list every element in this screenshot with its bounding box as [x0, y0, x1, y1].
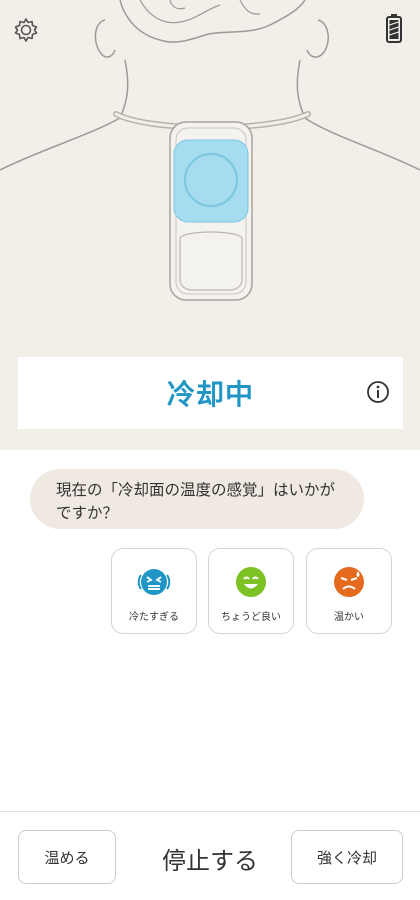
info-button[interactable] [365, 379, 391, 405]
too-cold-button[interactable]: 冷たすぎる [111, 548, 197, 634]
battery-icon [386, 14, 402, 43]
battery-indicator [378, 12, 410, 44]
happy-face-icon [236, 567, 266, 597]
warm-feeling-button[interactable]: 温かい [306, 548, 392, 634]
just-right-label: ちょうど良い [221, 612, 281, 623]
info-icon [367, 381, 389, 403]
too-cold-face-icon [137, 569, 171, 595]
device-illustration-area: 冷却中 [0, 0, 420, 450]
bottom-divider [0, 811, 420, 812]
status-label: 冷却中 [166, 378, 254, 411]
just-right-button[interactable]: ちょうど良い [208, 548, 294, 634]
strong-cool-button[interactable]: 強く冷却 [291, 830, 403, 884]
gear-icon [14, 18, 38, 42]
warm-button[interactable]: 温める [18, 830, 116, 884]
question-bubble: 現在の「冷却面の温度の感覚」はいかがですか？ [30, 469, 364, 529]
too-cold-label: 冷たすぎる [129, 612, 179, 623]
settings-button[interactable] [10, 14, 42, 46]
hot-face-icon [334, 567, 364, 597]
warm-feeling-label: 温かい [334, 612, 364, 623]
status-card: 冷却中 [18, 357, 403, 429]
stop-button[interactable]: 停止する [140, 838, 280, 878]
